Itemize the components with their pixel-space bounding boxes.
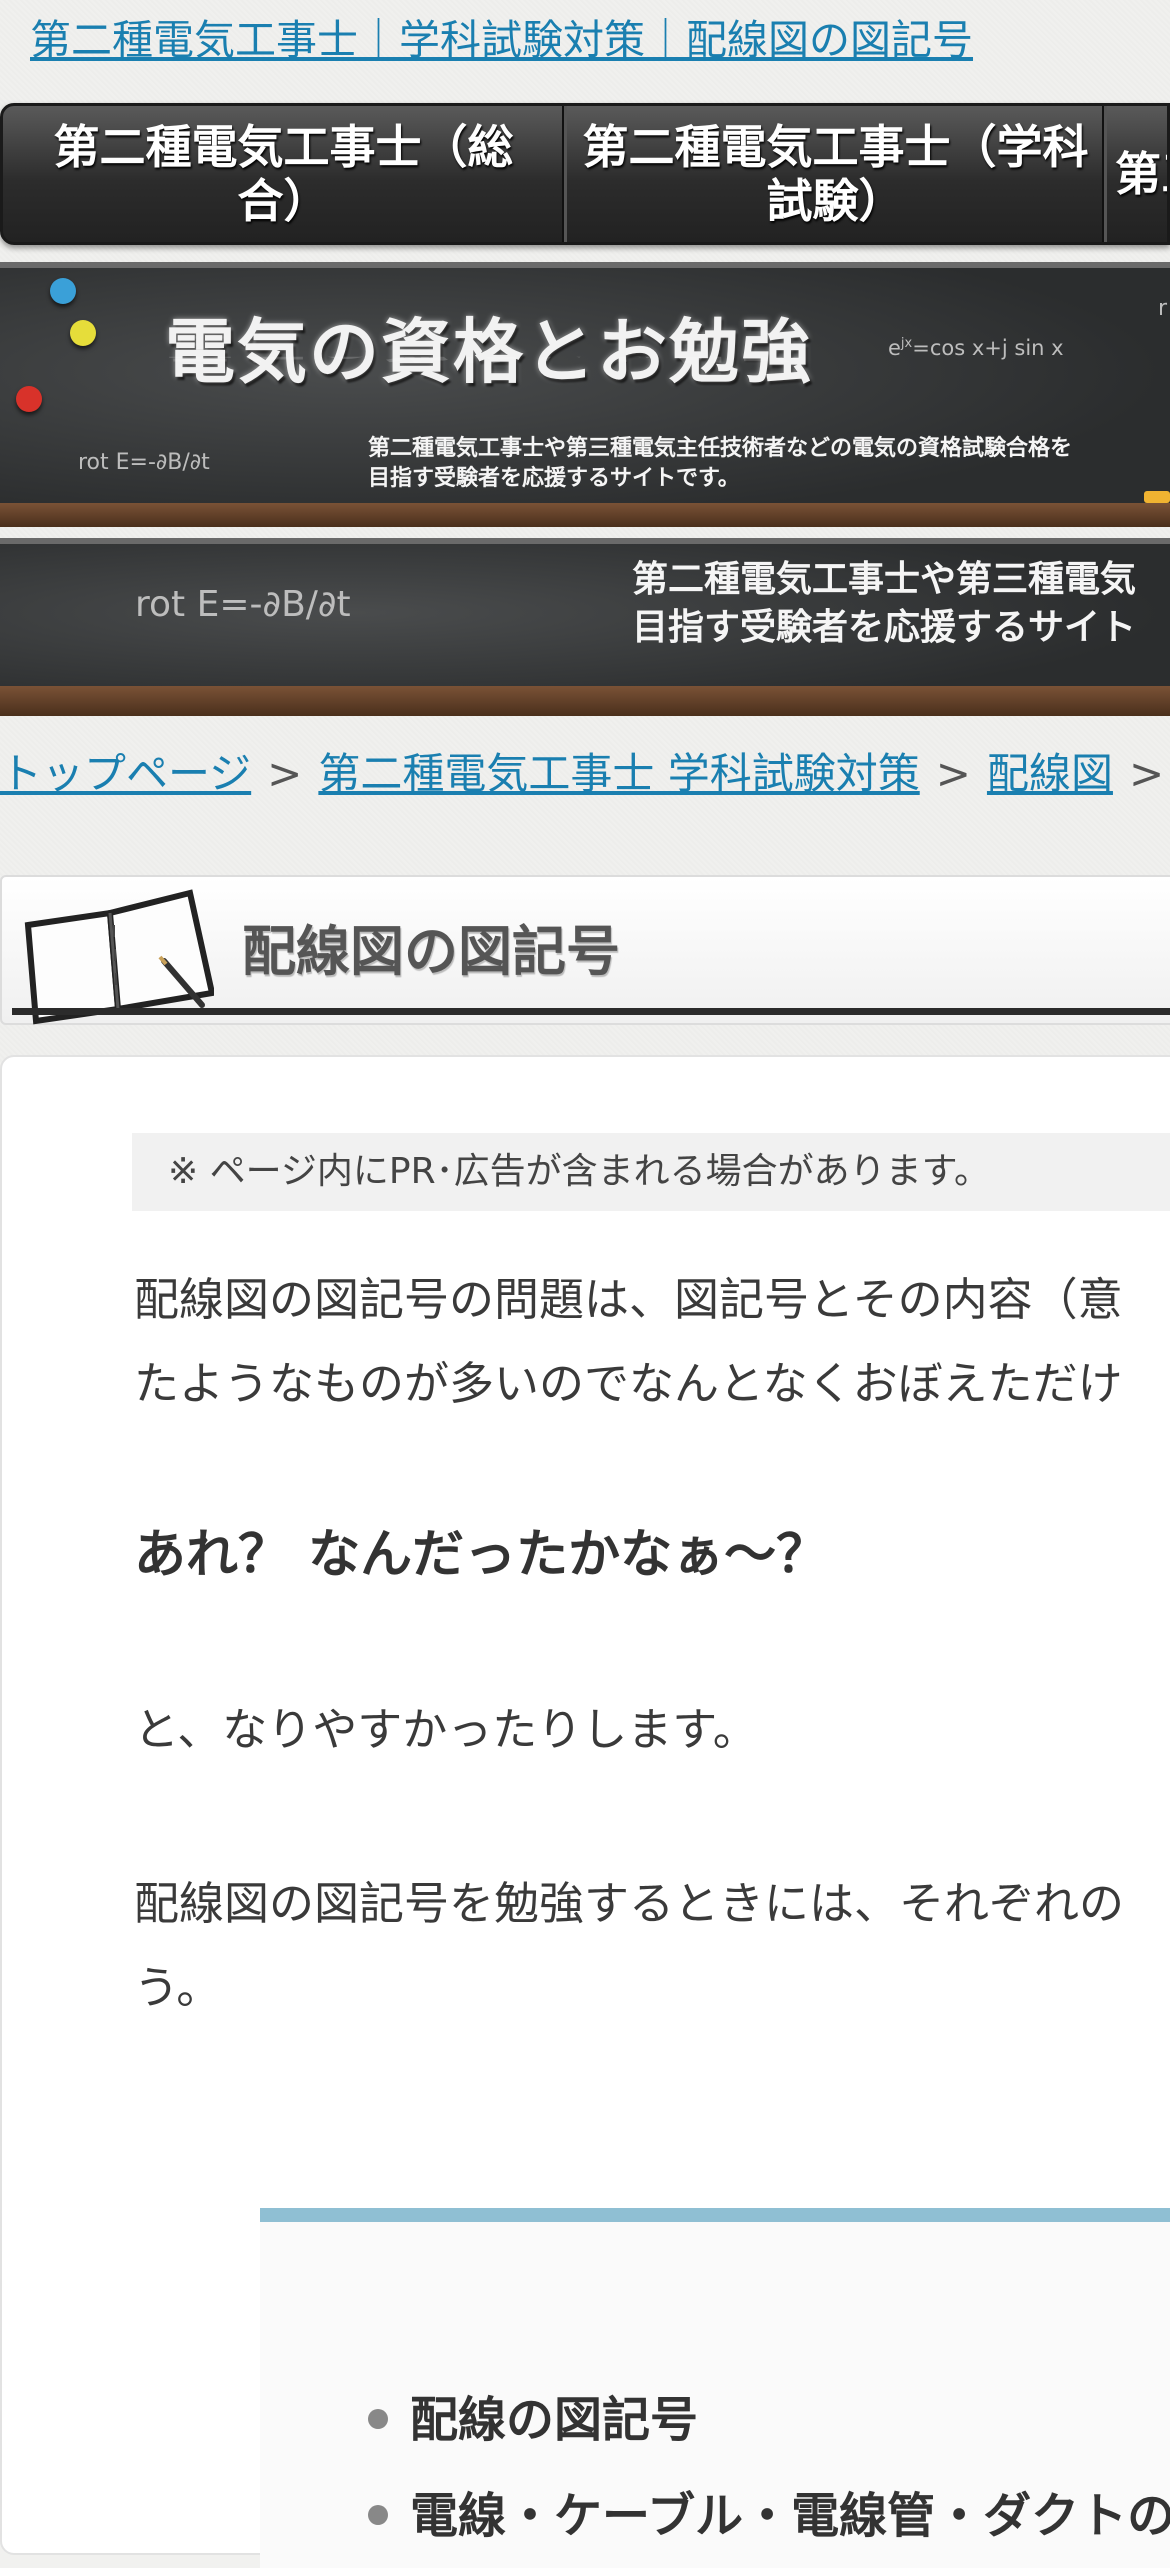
magnet-blue-icon [50, 278, 76, 304]
heading-underline [12, 1008, 1170, 1015]
nav-item-label: 第二種電気工事士（総 [53, 120, 514, 174]
site-title-link[interactable]: 第二種電気工事士｜学科試験対策｜配線図の図記号 [30, 16, 973, 64]
chalk-ledge [0, 686, 1170, 716]
notebook-icon [24, 889, 214, 1025]
breadcrumb-wiring-diagram[interactable]: 配線図 [987, 749, 1113, 798]
breadcrumb-separator: > [935, 749, 971, 798]
nav-item-denko2-written[interactable]: 第二種電気工事士（学科 試験） [567, 106, 1107, 242]
breadcrumb-separator: > [1128, 749, 1165, 798]
toc-item[interactable]: 配線の図記号 [368, 2380, 698, 2450]
banner-title: 電気の資格とお勉強 [165, 310, 813, 393]
banner2-description: 第二種電気工事士や第三種電気 目指す受験者を応援するサイト [632, 559, 1137, 648]
global-nav: 第二種電気工事士（総 合） 第二種電気工事士（学科 試験） 第三 [0, 103, 1170, 245]
banner-formula-euler: ejx=cos x+j sin x [888, 336, 1064, 360]
table-of-contents: 配線の図記号 電線・ケーブル・電線管・ダクトの [260, 2208, 1170, 2568]
page-heading: 配線図の図記号 [0, 875, 1170, 1025]
bullet-icon [368, 2409, 388, 2429]
nav-item-label: 第二種電気工事士（学科 [582, 120, 1089, 174]
magnet-red-icon [16, 386, 42, 412]
page-title: 配線図の図記号 [242, 920, 620, 983]
bullet-icon [368, 2505, 388, 2525]
banner-formula-rot: rot E=-∂B/∂t [78, 450, 210, 475]
nav-item-third[interactable]: 第三 [1107, 106, 1167, 242]
breadcrumb-top[interactable]: トップページ [0, 749, 251, 798]
banner-description: 第二種電気工事士や第三種電気主任技術者などの電気の資格試験合格を 目指す受験者を… [368, 436, 1073, 491]
pr-notice: ※ ページ内にPR･広告が含まれる場合があります。 [132, 1133, 1170, 1211]
breadcrumb: トップページ > 第二種電気工事士 学科試験対策 > 配線図 > [0, 745, 1170, 803]
nav-item-label: 第三 [1115, 147, 1167, 201]
banner-title-reflection: 電気の資格とお勉強 [165, 357, 813, 372]
nav-item-denko2-general[interactable]: 第二種電気工事士（総 合） [3, 106, 567, 242]
site-banner-secondary[interactable]: rot E=-∂B/∂t 第二種電気工事士や第三種電気 目指す受験者を応援するサ… [0, 538, 1170, 716]
site-banner[interactable]: 電気の資格とお勉強 電気の資格とお勉強 ejx=cos x+j sin x r … [0, 262, 1170, 527]
chalk-icon [1144, 491, 1170, 503]
article-paragraph-2: と、なりやすかったりします。 [134, 1703, 758, 1756]
banner-edge-char: r [1158, 296, 1168, 321]
nav-item-label: 合） [237, 174, 330, 228]
breadcrumb-separator: > [267, 749, 303, 798]
site-title: 第二種電気工事士｜学科試験対策｜配線図の図記号 [30, 12, 973, 68]
chalk-ledge [0, 503, 1170, 527]
article-emphasis: あれ？ なんだったかなぁ〜？ [134, 1525, 829, 1585]
magnet-yellow-icon [70, 320, 96, 346]
toc-item[interactable]: 電線・ケーブル・電線管・ダクトの [368, 2476, 1170, 2546]
nav-item-label: 試験） [766, 174, 905, 228]
article-paragraph-intro: 配線図の図記号の問題は、図記号とその内容（意 たようなものが多いのでなんとなくお… [134, 1273, 1123, 1410]
breadcrumb-denko2-written[interactable]: 第二種電気工事士 学科試験対策 [318, 749, 919, 798]
banner2-formula-rot: rot E=-∂B/∂t [135, 584, 351, 625]
article-paragraph-3: 配線図の図記号を勉強するときには、それぞれの う。 [134, 1877, 1125, 2014]
